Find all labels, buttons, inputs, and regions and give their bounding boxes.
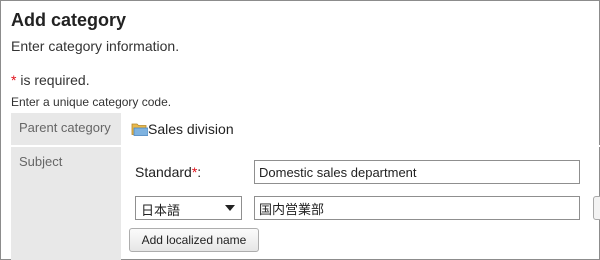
standard-name-label: Standard*: [135,164,201,180]
language-select-value: 日本語 [141,203,181,218]
remove-localized-button[interactable] [593,196,600,220]
parent-category-label: Parent category [11,113,121,145]
folder-icon [131,123,148,136]
page-title: Add category [11,10,127,30]
subject-label: Subject [11,147,121,260]
language-select[interactable]: 日本語 [135,196,242,220]
standard-label-text: Standard [135,164,192,180]
add-localized-name-button[interactable]: Add localized name [129,228,259,252]
standard-label-colon: : [197,164,202,180]
page-subtitle: Enter category information. [11,38,180,54]
category-code-hint: Enter a unique category code. [11,95,172,109]
required-note: * is required. [11,72,90,88]
localized-name-input[interactable] [254,196,580,220]
standard-name-input[interactable] [254,160,580,184]
required-note-text: is required. [16,72,90,88]
parent-category-value: Sales division [148,121,234,137]
chevron-down-icon [225,205,235,211]
